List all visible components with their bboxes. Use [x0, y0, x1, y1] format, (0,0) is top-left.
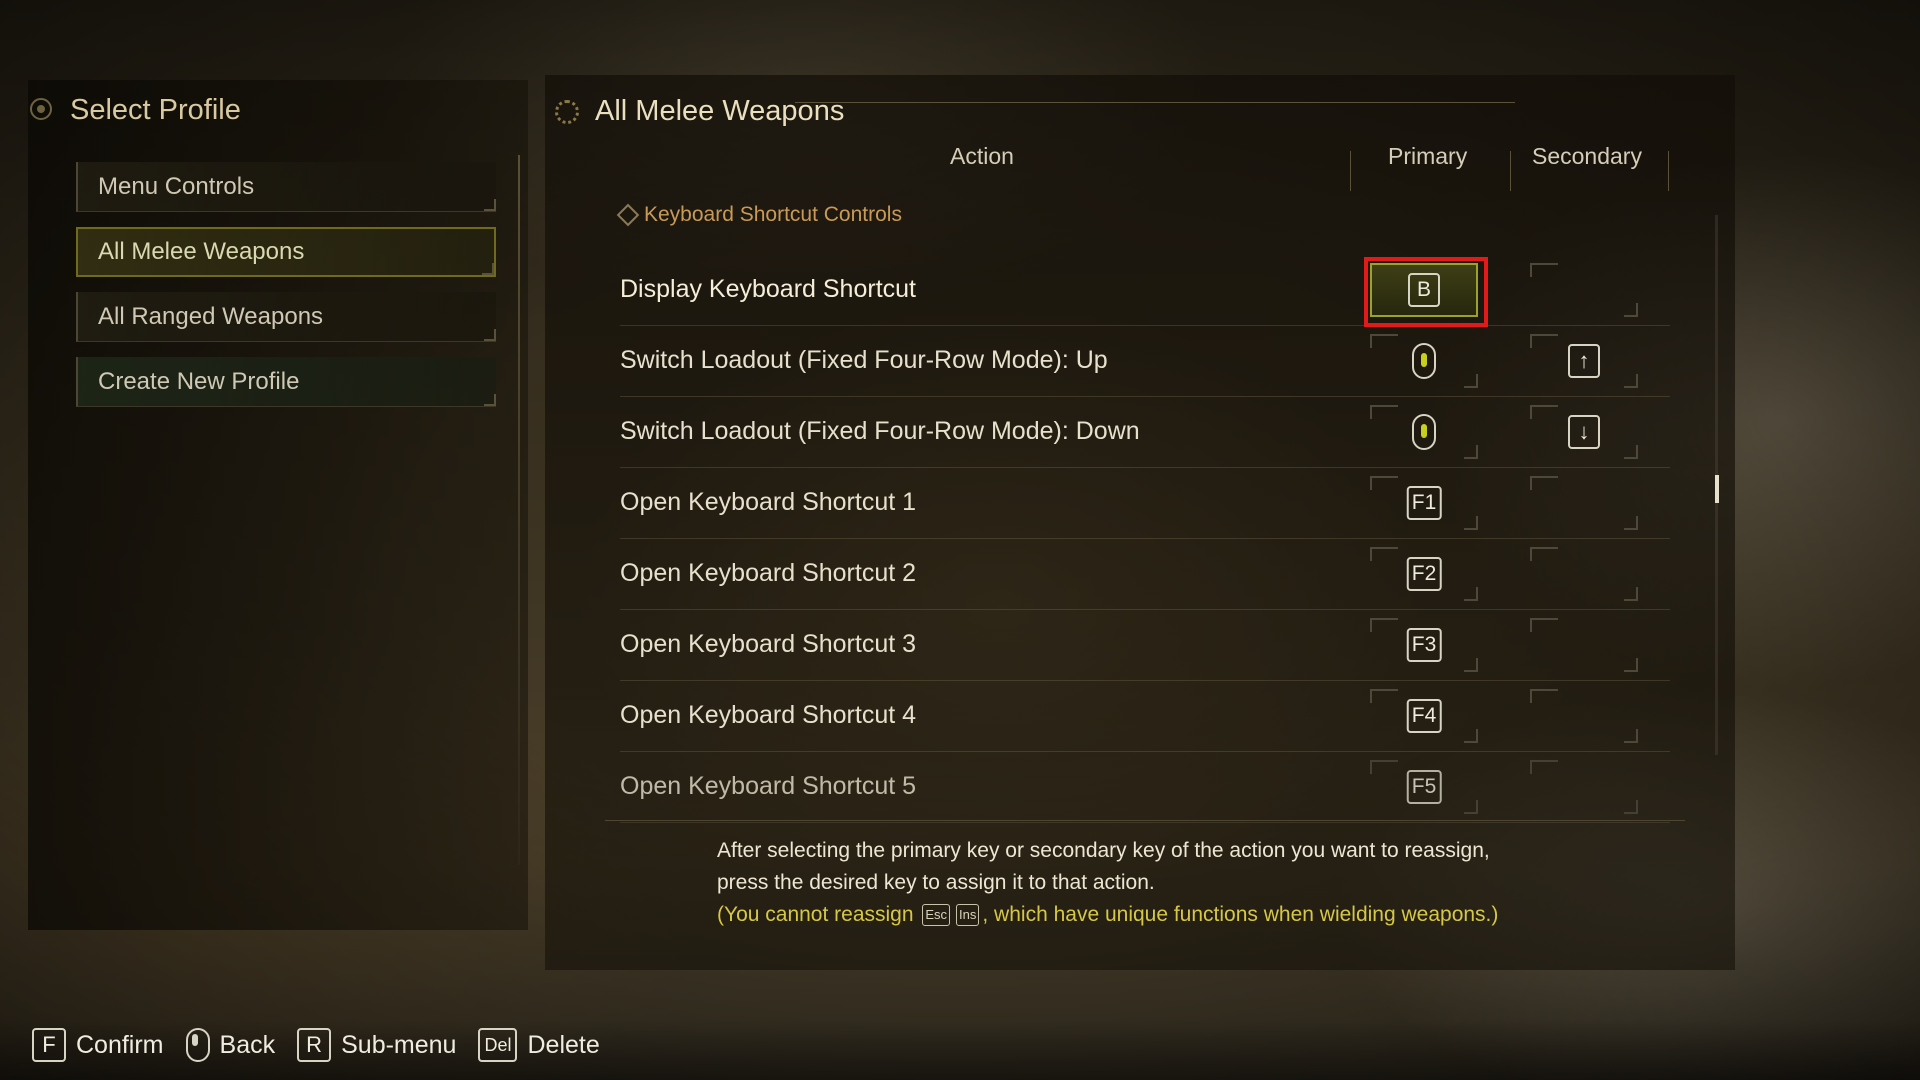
scrollbar-thumb[interactable] [1715, 475, 1719, 503]
key-f3: F3 [1406, 628, 1442, 662]
secondary-key-slot[interactable] [1530, 760, 1638, 814]
key-f2: F2 [1406, 557, 1442, 591]
title-divider [795, 102, 1515, 103]
mouse-wheel-up-icon [1412, 343, 1436, 379]
keybind-row: Open Keyboard Shortcut 3 F3 [620, 610, 1670, 681]
action-label: Open Keyboard Shortcut 5 [620, 772, 917, 800]
action-label: Switch Loadout (Fixed Four-Row Mode): Up [620, 346, 1108, 374]
secondary-key-slot[interactable] [1530, 618, 1638, 672]
key-b: B [1408, 273, 1440, 307]
create-new-profile-button[interactable]: Create New Profile [76, 357, 496, 407]
profile-item-label: All Ranged Weapons [98, 302, 324, 330]
key-del-icon: Del [478, 1028, 518, 1062]
column-header-action: Action [950, 143, 1014, 169]
section-label: Keyboard Shortcut Controls [644, 203, 902, 226]
action-label: Open Keyboard Shortcut 4 [620, 701, 917, 729]
primary-key-slot[interactable]: F1 [1370, 476, 1478, 530]
help-note: (You cannot reassign Esc Ins, which have … [717, 899, 1677, 931]
primary-key-slot[interactable]: F3 [1370, 618, 1478, 672]
action-label: Switch Loadout (Fixed Four-Row Mode): Do… [620, 417, 1140, 445]
key-f4: F4 [1406, 699, 1442, 733]
esc-key-icon: Esc [922, 904, 951, 927]
panel-divider [518, 155, 520, 865]
back-label: Back [219, 1030, 276, 1059]
action-label: Open Keyboard Shortcut 2 [620, 559, 917, 587]
keybind-row: Open Keyboard Shortcut 1 F1 [620, 468, 1670, 539]
arrow-up-icon: ↑ [1568, 344, 1600, 378]
secondary-key-slot[interactable] [1530, 476, 1638, 530]
delete-hint[interactable]: Del Delete [478, 1028, 600, 1062]
keybind-row: Open Keyboard Shortcut 5 F5 [620, 752, 1670, 823]
key-f-icon: F [32, 1028, 66, 1062]
secondary-key-slot[interactable]: ↑ [1530, 334, 1638, 388]
primary-key-slot[interactable]: F5 [1370, 760, 1478, 814]
action-label: Open Keyboard Shortcut 1 [620, 488, 917, 516]
column-header-primary: Primary [1388, 143, 1468, 169]
sun-emblem-icon [30, 98, 52, 120]
mouse-wheel-down-icon [1412, 414, 1436, 450]
action-label: Open Keyboard Shortcut 3 [620, 630, 917, 658]
key-f1: F1 [1406, 486, 1442, 520]
submenu-hint[interactable]: R Sub-menu [297, 1028, 456, 1062]
primary-key-slot[interactable]: F4 [1370, 689, 1478, 743]
secondary-key-slot[interactable] [1530, 263, 1638, 317]
confirm-hint[interactable]: F Confirm [32, 1028, 164, 1062]
delete-label: Delete [527, 1030, 600, 1059]
keybind-row: Open Keyboard Shortcut 4 F4 [620, 681, 1670, 752]
column-separator [1510, 151, 1511, 191]
footer-hints: F Confirm Back R Sub-menu Del Delete [32, 1028, 600, 1062]
secondary-key-slot[interactable] [1530, 547, 1638, 601]
profile-item-menu-controls[interactable]: Menu Controls [76, 162, 496, 212]
primary-key-slot[interactable]: B [1364, 257, 1488, 327]
secondary-key-slot[interactable]: ↓ [1530, 405, 1638, 459]
arrow-down-icon: ↓ [1568, 415, 1600, 449]
back-hint[interactable]: Back [185, 1028, 276, 1062]
profile-panel-title: Select Profile [70, 94, 241, 126]
submenu-label: Sub-menu [341, 1030, 457, 1059]
section-header: Keyboard Shortcut Controls [616, 203, 902, 227]
column-header-secondary: Secondary [1532, 143, 1642, 169]
primary-key-slot[interactable]: F2 [1370, 547, 1478, 601]
page-title: All Melee Weapons [595, 95, 845, 127]
confirm-label: Confirm [76, 1030, 164, 1059]
gear-emblem-icon [555, 100, 579, 124]
mouse-right-click-icon [185, 1028, 210, 1062]
help-line-1: After selecting the primary key or secon… [717, 839, 1490, 862]
secondary-key-slot[interactable] [1530, 689, 1638, 743]
profile-panel: Select Profile Menu Controls All Melee W… [28, 80, 528, 930]
column-separator [1668, 151, 1669, 191]
keybind-row: Switch Loadout (Fixed Four-Row Mode): Up… [620, 326, 1670, 397]
keybind-row: Open Keyboard Shortcut 2 F2 [620, 539, 1670, 610]
keybind-list: Display Keyboard Shortcut B Switch Loado… [620, 255, 1670, 823]
help-note-suffix: , which have unique functions when wield… [982, 903, 1499, 926]
help-divider [605, 820, 1685, 821]
keybind-row: Display Keyboard Shortcut B [620, 255, 1670, 327]
keybind-panel: All Melee Weapons Action Primary Seconda… [545, 75, 1735, 970]
keybind-row: Switch Loadout (Fixed Four-Row Mode): Do… [620, 397, 1670, 468]
help-note-prefix: (You cannot reassign [717, 903, 914, 926]
primary-key-slot[interactable] [1370, 334, 1478, 388]
key-r-icon: R [297, 1028, 332, 1062]
profile-item-label: Menu Controls [98, 172, 255, 200]
primary-key-slot[interactable] [1370, 405, 1478, 459]
action-label: Display Keyboard Shortcut [620, 275, 916, 303]
help-text: After selecting the primary key or secon… [717, 835, 1677, 931]
key-f5: F5 [1406, 770, 1442, 804]
keyboard-section-icon [616, 203, 640, 227]
profile-item-label: Create New Profile [98, 367, 300, 395]
ins-key-icon: Ins [956, 904, 980, 927]
column-separator [1350, 151, 1351, 191]
profile-list: Menu Controls All Melee Weapons All Rang… [76, 162, 496, 422]
help-line-2: press the desired key to assign it to th… [717, 871, 1155, 894]
profile-item-all-ranged-weapons[interactable]: All Ranged Weapons [76, 292, 496, 342]
profile-item-all-melee-weapons[interactable]: All Melee Weapons [76, 227, 496, 277]
profile-item-label: All Melee Weapons [98, 238, 305, 265]
